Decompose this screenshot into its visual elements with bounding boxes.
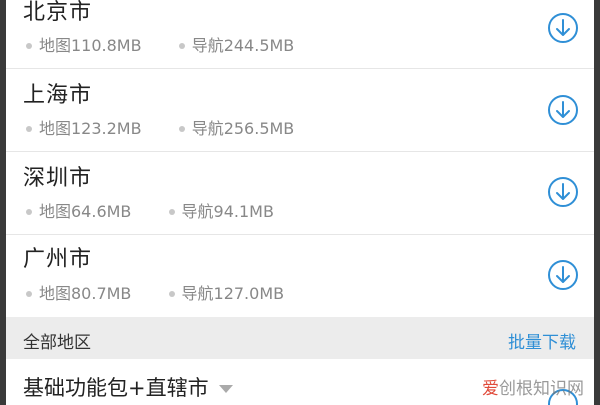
map-size: 地图64.6MB (39, 202, 132, 221)
download-icon[interactable] (547, 94, 579, 126)
bullet-dot (26, 290, 32, 297)
bullet-dot (26, 125, 32, 132)
city-name: 广州市 (23, 247, 93, 272)
watermark-brand: 爱 (482, 379, 499, 399)
bullet-dot (168, 290, 175, 297)
watermark: 爱创根知识网 (482, 374, 584, 399)
section-title: 全部地区 (23, 333, 91, 353)
download-icon[interactable] (547, 12, 579, 44)
map-size: 地图80.7MB (39, 284, 132, 303)
download-icon[interactable] (547, 259, 579, 291)
city-row-shanghai[interactable]: 上海市 地图123.2MB 导航256.5MB (6, 69, 594, 152)
nav-size: 导航256.5MB (191, 119, 295, 138)
map-size: 地图123.2MB (39, 119, 142, 138)
watermark-text: 创根知识网 (499, 379, 584, 399)
offline-map-panel: 北京市 地图110.8MB 导航244.5MB 上海市 地图123.2MB 导航… (6, 0, 594, 405)
city-name: 深圳市 (23, 166, 93, 191)
download-icon[interactable] (547, 176, 579, 208)
city-sizes: 地图110.8MB 导航244.5MB (23, 36, 294, 56)
bullet-dot (178, 125, 185, 132)
city-name: 上海市 (23, 83, 93, 108)
bullet-dot (168, 208, 175, 215)
nav-size: 导航94.1MB (181, 202, 274, 221)
bullet-dot (26, 208, 32, 215)
city-sizes: 地图80.7MB 导航127.0MB (23, 284, 284, 304)
city-row-shenzhen[interactable]: 深圳市 地图64.6MB 导航94.1MB (6, 152, 594, 235)
city-row-beijing[interactable]: 北京市 地图110.8MB 导航244.5MB (6, 0, 594, 69)
city-name: 北京市 (23, 0, 93, 25)
city-sizes: 地图123.2MB 导航256.5MB (23, 119, 294, 139)
city-row-guangzhou[interactable]: 广州市 地图80.7MB 导航127.0MB (6, 235, 594, 318)
nav-size: 导航244.5MB (191, 36, 295, 55)
package-name: 基础功能包+直辖市 (23, 376, 209, 400)
batch-download-button[interactable]: 批量下载 (508, 328, 576, 353)
package-row[interactable]: 基础功能包+直辖市 (23, 372, 233, 402)
map-size: 地图110.8MB (39, 36, 142, 55)
bullet-dot (178, 42, 185, 49)
bullet-dot (26, 42, 32, 49)
nav-size: 导航127.0MB (181, 284, 285, 303)
caret-down-icon[interactable] (218, 385, 233, 393)
section-header-all-regions: 全部地区 批量下载 (6, 317, 594, 359)
city-sizes: 地图64.6MB 导航94.1MB (23, 202, 274, 222)
